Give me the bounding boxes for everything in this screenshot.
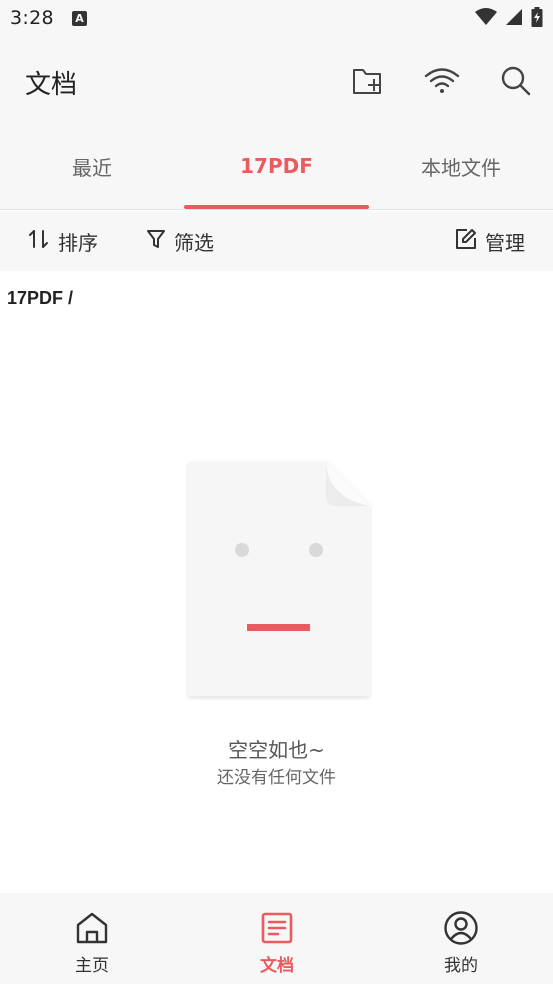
manage-label: 管理	[485, 230, 525, 255]
filter-button[interactable]: 筛选	[146, 211, 214, 271]
tab-local-files[interactable]: 本地文件	[369, 122, 553, 210]
wifi-transfer-icon[interactable]	[424, 63, 460, 99]
sort-icon	[28, 228, 50, 255]
tab-17pdf[interactable]: 17PDF	[184, 122, 369, 210]
battery-icon	[531, 7, 543, 31]
nav-label-home: 主页	[75, 956, 109, 976]
page-title: 文档	[25, 70, 78, 100]
nav-label-documents: 文档	[260, 956, 294, 976]
nav-item-profile[interactable]: 我的	[401, 893, 521, 984]
bottom-nav: 主页 文档 我的	[0, 893, 553, 984]
sort-button[interactable]: 排序	[28, 211, 98, 271]
status-bar: 3:28 A	[0, 0, 553, 38]
home-icon	[73, 909, 111, 947]
empty-state-title: 空空如也~	[228, 738, 325, 762]
tab-bar: 最近 17PDF 本地文件	[0, 122, 553, 210]
status-icons	[475, 7, 543, 31]
screen: 3:28 A 文档 最近 17PDF 本地文件 排序 筛选 管理 17PDF /…	[0, 0, 553, 984]
document-icon	[258, 909, 296, 947]
toolbar: 排序 筛选 管理	[0, 211, 553, 271]
cell-signal-icon	[505, 8, 523, 30]
profile-icon	[442, 909, 480, 947]
empty-file-illustration	[186, 460, 372, 700]
filter-icon	[146, 228, 166, 255]
nav-item-documents[interactable]: 文档	[217, 893, 337, 984]
nav-item-home[interactable]: 主页	[32, 893, 152, 984]
filter-label: 筛选	[174, 230, 214, 255]
empty-state-subtitle: 还没有任何文件	[217, 768, 336, 788]
app-header: 文档	[0, 38, 553, 122]
sort-label: 排序	[58, 230, 98, 255]
search-icon[interactable]	[498, 63, 534, 99]
a-badge-icon: A	[72, 11, 87, 26]
new-folder-icon[interactable]	[350, 63, 386, 99]
edit-icon	[455, 228, 477, 255]
status-time: 3:28	[10, 7, 54, 29]
tab-recent[interactable]: 最近	[0, 122, 184, 210]
active-tab-indicator	[184, 205, 369, 209]
wifi-signal-icon	[475, 8, 497, 30]
nav-label-profile: 我的	[444, 956, 478, 976]
manage-button[interactable]: 管理	[455, 211, 525, 271]
breadcrumb[interactable]: 17PDF /	[7, 288, 73, 309]
